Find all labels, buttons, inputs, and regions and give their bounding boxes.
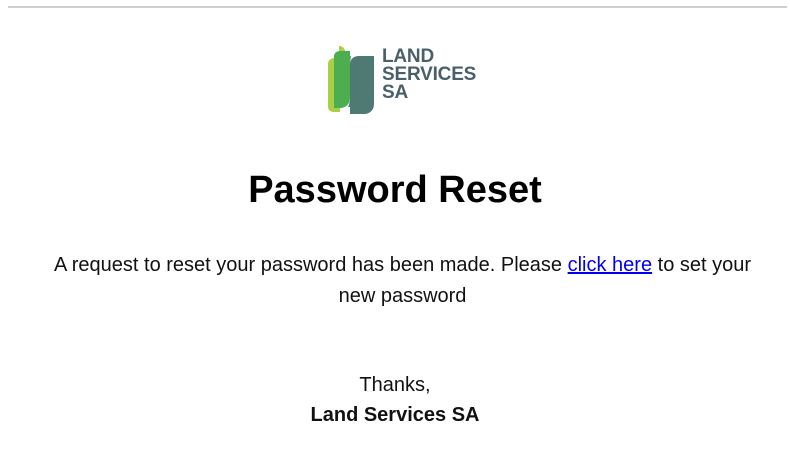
top-divider <box>8 6 787 8</box>
message-text-before: A request to reset your password has bee… <box>53 254 568 276</box>
page-title: Password Reset <box>248 169 542 211</box>
reset-link[interactable]: click here <box>568 254 652 276</box>
leaf-logo-icon <box>328 46 374 114</box>
reset-message: A request to reset your password has bee… <box>40 250 765 312</box>
land-services-logo: LAND SERVICES SA <box>328 44 483 114</box>
signature: Land Services SA <box>310 404 480 426</box>
email-body: LAND SERVICES SA Password Reset A reques… <box>0 0 790 461</box>
logo-wordmark: LAND SERVICES SA <box>382 47 476 103</box>
logo-line-3: SA <box>382 82 408 103</box>
closing-thanks: Thanks, <box>359 374 431 396</box>
